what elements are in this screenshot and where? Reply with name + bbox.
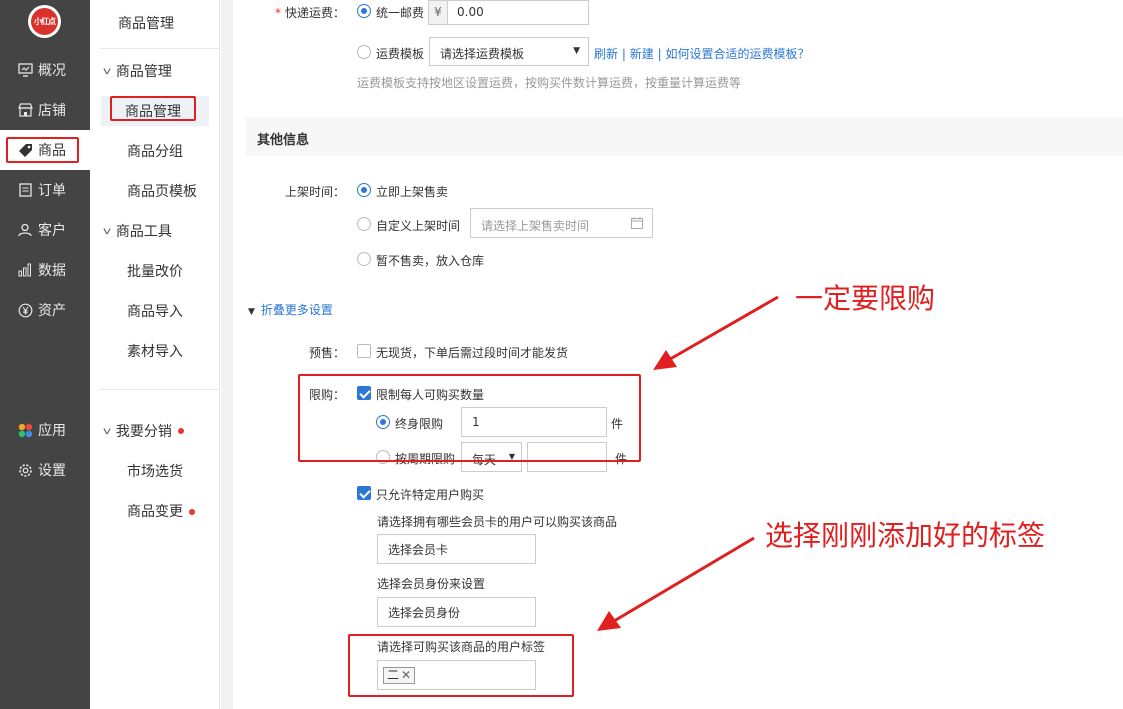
sidebar-item-batch-price[interactable]: 批量改价 [127,261,183,281]
chevron-down-icon: v [102,225,112,237]
sidebar-item-goods-change[interactable]: 商品变更 [127,501,195,521]
nav-item-store[interactable]: 店铺 [0,90,90,130]
nav-label: 设置 [38,463,66,479]
annotation-arrows [597,295,779,631]
nav-item-settings[interactable]: 设置 [0,450,90,490]
nav-label: 概况 [38,63,66,79]
notification-dot [189,509,195,515]
nav-item-assets[interactable]: 资产 [0,290,90,330]
group-label: 商品管理 [115,64,172,80]
group-label: 我要分销 [115,424,172,440]
chevron-down-icon: v [102,425,112,437]
order-icon [17,183,33,197]
sidebar-item-goods-import[interactable]: 商品导入 [127,301,183,321]
sidebar-group-goods-tools[interactable]: v 商品工具 [102,221,172,241]
highlight-box-goods [6,137,79,163]
nav-item-apps[interactable]: 应用 [0,410,90,450]
sidebar-group-distribution[interactable]: v 我要分销 [102,421,184,441]
group-label: 商品工具 [115,224,172,240]
nav-item-customers[interactable]: 客户 [0,210,90,250]
logo-text: 小红点 [31,8,58,35]
sidebar-title: 商品管理 [118,16,174,32]
gutter [221,0,233,709]
monitor-icon [17,63,33,77]
notification-dot [177,428,184,434]
nav-label: 店铺 [38,103,66,119]
apps-icon [17,423,33,438]
bar-chart-icon [17,263,33,277]
sidebar-item-market[interactable]: 市场选货 [127,461,183,481]
chevron-down-icon: v [102,65,112,77]
app-logo[interactable]: 小红点 [28,5,61,38]
nav-label: 客户 [38,223,66,239]
main-nav: 小红点 概况 店铺 商品 订单 客户 数据 资产 应用 设置 [0,0,90,709]
nav-label: 应用 [38,423,66,439]
arrow-icon [653,295,779,370]
sidebar-group-goods-management[interactable]: v 商品管理 [102,61,172,81]
nav-item-data[interactable]: 数据 [0,250,90,290]
highlight-box-goods-management [110,96,196,121]
nav-item-overview[interactable]: 概况 [0,50,90,90]
sidebar-item-page-template[interactable]: 商品页模板 [127,181,197,201]
nav-label: 订单 [38,183,66,199]
yen-icon [17,303,33,318]
gear-icon [17,463,33,478]
sidebar-item-material-import[interactable]: 素材导入 [127,341,183,361]
divider [100,389,220,390]
nav-label: 数据 [38,263,66,279]
item-label: 商品变更 [127,504,183,520]
arrow-icon [597,536,755,631]
user-icon [17,223,33,237]
sidebar-item-goods-group[interactable]: 商品分组 [127,141,183,161]
nav-label: 资产 [38,303,66,319]
main-content: * 快递运费： 统一邮费 ¥ 0.00 运费模板 请选择运费模板 ▼ 刷新 | 新… [233,0,1123,709]
store-icon [17,103,33,117]
divider [100,48,220,49]
nav-item-orders[interactable]: 订单 [0,170,90,210]
